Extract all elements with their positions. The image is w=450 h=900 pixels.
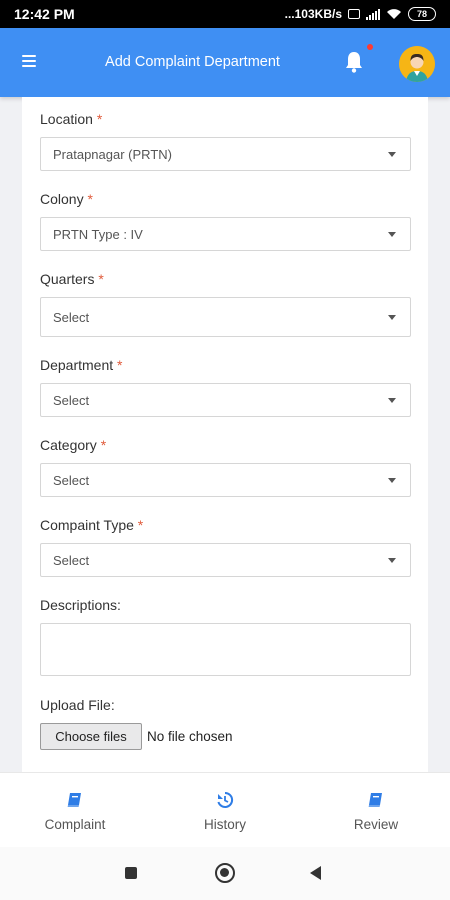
wifi-icon — [387, 9, 401, 19]
network-speed: ...103KB/s — [284, 7, 342, 21]
page-title: Add Complaint Department — [105, 54, 280, 70]
home-icon[interactable] — [215, 863, 235, 883]
chevron-down-icon — [388, 558, 396, 563]
department-label: Department * — [40, 357, 123, 373]
history-icon — [217, 791, 234, 808]
complaint-type-select[interactable]: Select — [40, 543, 411, 577]
system-nav-bar — [0, 847, 450, 900]
descriptions-label: Descriptions: — [40, 597, 121, 613]
status-time: 12:42 PM — [14, 6, 75, 22]
book-icon — [368, 793, 382, 807]
descriptions-textarea[interactable] — [40, 623, 411, 676]
category-select[interactable]: Select — [40, 463, 411, 497]
location-label: Location * — [40, 111, 103, 127]
book-icon — [67, 793, 81, 807]
signal-icon — [366, 8, 380, 20]
colony-value: PRTN Type : IV — [53, 226, 143, 242]
chevron-down-icon — [388, 232, 396, 237]
battery-icon: 78 — [408, 7, 436, 21]
upload-file-label: Upload File: — [40, 697, 115, 713]
app-bar: Add Complaint Department — [0, 28, 450, 97]
nav-item-complaint[interactable]: Complaint — [37, 773, 113, 848]
chevron-down-icon — [388, 398, 396, 403]
nav-label-history: History — [203, 817, 246, 832]
choose-files-button[interactable]: Choose files — [40, 723, 142, 750]
quarters-label: Quarters * — [40, 271, 104, 287]
file-status: No file chosen — [147, 729, 233, 744]
department-select[interactable]: Select — [40, 383, 411, 417]
complaint-form: Location * Pratapnagar (PRTN) Colony * P… — [22, 97, 428, 772]
location-select[interactable]: Pratapnagar (PRTN) — [40, 137, 411, 171]
quarters-select[interactable]: Select — [40, 297, 411, 337]
nav-label-complaint: Complaint — [44, 817, 106, 832]
avatar[interactable] — [399, 46, 435, 82]
colony-label: Colony * — [40, 191, 93, 207]
nav-label-review: Review — [353, 817, 399, 832]
chevron-down-icon — [388, 315, 396, 320]
status-bar: 12:42 PM ...103KB/s 78 — [0, 0, 450, 28]
bell-icon[interactable] — [343, 50, 365, 74]
nav-item-history[interactable]: History — [194, 773, 256, 848]
status-icons: ...103KB/s 78 — [285, 7, 436, 21]
bottom-nav: Complaint History Review — [0, 772, 450, 847]
complaint-type-label: Compaint Type * — [40, 517, 144, 533]
volte-icon — [348, 9, 360, 19]
category-label: Category * — [40, 437, 107, 453]
nav-item-review[interactable]: Review — [347, 773, 405, 848]
back-icon[interactable] — [310, 866, 321, 880]
department-value: Select — [53, 392, 90, 408]
chevron-down-icon — [388, 478, 396, 483]
notification-badge — [367, 44, 373, 50]
chevron-down-icon — [388, 152, 396, 157]
quarters-value: Select — [53, 309, 90, 325]
complaint-type-value: Select — [53, 552, 90, 568]
location-value: Pratapnagar (PRTN) — [53, 146, 172, 162]
category-value: Select — [53, 472, 90, 488]
colony-select[interactable]: PRTN Type : IV — [40, 217, 411, 251]
recents-icon[interactable] — [125, 867, 137, 879]
